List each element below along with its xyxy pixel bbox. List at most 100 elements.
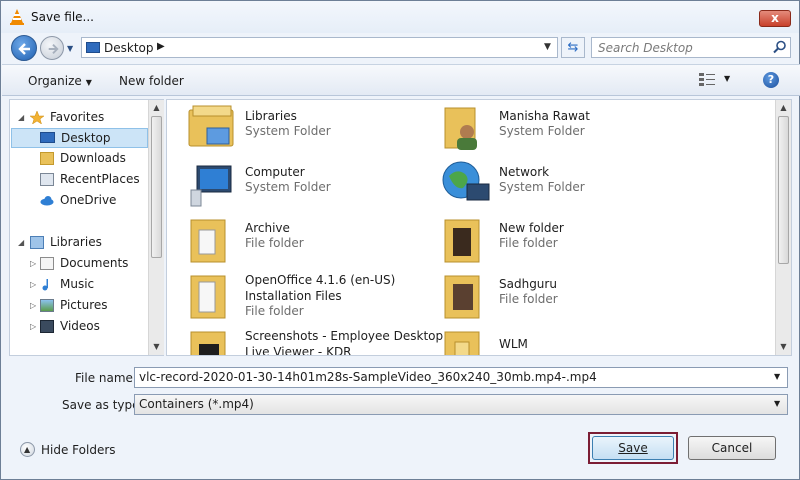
recent-pages-dropdown[interactable]: ▼: [67, 44, 77, 53]
views-dropdown-icon[interactable]: ▼: [724, 74, 730, 83]
nav-item-onedrive[interactable]: OneDrive: [40, 191, 150, 210]
folder-icon: [190, 331, 226, 355]
folder-icon: [444, 275, 480, 319]
nav-item-music[interactable]: Music: [40, 275, 150, 294]
expand-arrow-icon[interactable]: ◢: [18, 113, 24, 122]
command-bar: Organize ▼ New folder ▼ ?: [2, 64, 800, 96]
nav-item-pictures[interactable]: Pictures: [40, 296, 150, 315]
chevron-right-icon[interactable]: ▶: [157, 41, 165, 52]
search-placeholder: Search Desktop: [598, 41, 693, 55]
desktop-icon: [40, 132, 55, 143]
videos-icon: [40, 320, 54, 333]
file-item-sadhguru[interactable]: Sadhguru File folder: [441, 272, 691, 328]
file-type: File folder: [499, 292, 558, 306]
file-item-computer[interactable]: Computer System Folder: [187, 160, 437, 216]
collapsed-arrow-icon[interactable]: ▷: [30, 322, 36, 331]
user-folder-icon: [444, 107, 477, 150]
file-name: Screenshots - Employee Desktop: [245, 329, 444, 343]
scroll-up-icon[interactable]: ▲: [149, 103, 164, 112]
scroll-down-icon[interactable]: ▼: [776, 342, 791, 351]
scroll-down-icon[interactable]: ▼: [149, 342, 164, 351]
change-view-icon[interactable]: [699, 73, 715, 87]
file-item-new-folder[interactable]: New folder File folder: [441, 216, 691, 272]
file-type: System Folder: [245, 124, 331, 138]
organize-label: Organize: [28, 74, 82, 88]
address-location[interactable]: Desktop: [104, 41, 154, 55]
file-type: File folder: [245, 236, 304, 250]
nav-item-label: Documents: [60, 256, 129, 270]
file-item-manisha-rawat[interactable]: Manisha Rawat System Folder: [441, 104, 691, 160]
file-name: Sadhguru: [499, 277, 557, 291]
scrollbar-thumb[interactable]: [778, 116, 789, 264]
file-type: System Folder: [245, 180, 331, 194]
nav-libraries-label: Libraries: [50, 235, 102, 249]
nav-item-desktop[interactable]: Desktop: [11, 128, 148, 148]
collapsed-arrow-icon[interactable]: ▷: [30, 301, 36, 310]
nav-item-videos[interactable]: Videos: [40, 317, 150, 336]
file-item-wlm[interactable]: WLM: [441, 328, 691, 355]
scrollbar-thumb[interactable]: [151, 116, 162, 258]
collapse-icon: ▲: [20, 442, 35, 457]
chevron-down-icon[interactable]: ▼: [774, 399, 780, 408]
network-icon: [442, 161, 490, 201]
file-item-openoffice[interactable]: OpenOffice 4.1.6 (en-US) Installation Fi…: [187, 272, 437, 328]
save-button[interactable]: Save: [592, 436, 674, 460]
file-name: Archive: [245, 221, 290, 235]
folder-icon: [190, 219, 226, 263]
refresh-icon: ⇆: [567, 40, 579, 55]
nav-item-label: Pictures: [60, 298, 108, 312]
music-icon: [42, 279, 48, 291]
organize-button[interactable]: Organize ▼: [28, 74, 92, 88]
folder-icon: [444, 331, 480, 355]
collapsed-arrow-icon[interactable]: ▷: [30, 280, 36, 289]
close-icon: x: [771, 11, 779, 25]
desktop-icon: [86, 42, 100, 53]
nav-item-label: OneDrive: [60, 193, 117, 207]
search-input[interactable]: Search Desktop: [591, 37, 791, 58]
title-bar: Save file... x: [1, 1, 799, 33]
chevron-down-icon[interactable]: ▼: [544, 42, 551, 52]
file-name: Libraries: [245, 109, 297, 123]
window-title: Save file...: [31, 10, 94, 24]
file-name-field[interactable]: vlc-record-2020-01-30-14h01m28s-SampleVi…: [134, 367, 788, 388]
file-item-network[interactable]: Network System Folder: [441, 160, 691, 216]
nav-item-recentplaces[interactable]: RecentPlaces: [40, 170, 150, 189]
nav-item-label: Videos: [60, 319, 100, 333]
file-type: File folder: [245, 304, 304, 318]
file-item-screenshots[interactable]: Screenshots - Employee Desktop Live View…: [187, 328, 443, 355]
content-scrollbar[interactable]: ▲ ▼: [775, 100, 791, 355]
scroll-up-icon[interactable]: ▲: [776, 103, 791, 112]
back-button[interactable]: [11, 35, 37, 61]
nav-item-label: Desktop: [61, 131, 111, 145]
vlc-icon: [10, 9, 24, 25]
nav-libraries[interactable]: Libraries: [30, 233, 150, 252]
folder-icon: [190, 275, 226, 319]
collapsed-arrow-icon[interactable]: ▷: [30, 259, 36, 268]
nav-favorites-label: Favorites: [50, 110, 105, 124]
help-icon[interactable]: ?: [763, 72, 779, 88]
close-button[interactable]: x: [759, 10, 791, 27]
cancel-button[interactable]: Cancel: [688, 436, 776, 460]
new-folder-button[interactable]: New folder: [119, 74, 184, 88]
file-type: System Folder: [499, 124, 585, 138]
file-list: Libraries System Folder Manisha Rawat Sy…: [166, 99, 792, 356]
folder-icon: [444, 219, 480, 263]
nav-scrollbar[interactable]: ▲ ▼: [148, 100, 164, 355]
refresh-button[interactable]: ⇆: [561, 37, 585, 58]
nav-favorites[interactable]: Favorites: [30, 108, 150, 127]
chevron-down-icon[interactable]: ▼: [774, 372, 780, 381]
save-as-type-select[interactable]: Containers (*.mp4): [134, 394, 788, 415]
file-name-line2: Installation Files: [245, 289, 342, 303]
libraries-icon: [188, 105, 234, 147]
forward-button[interactable]: [40, 36, 64, 60]
file-name: New folder: [499, 221, 564, 235]
address-bar[interactable]: Desktop ▶ ▼: [81, 37, 558, 58]
file-item-archive[interactable]: Archive File folder: [187, 216, 437, 272]
computer-icon: [190, 165, 232, 207]
expand-arrow-icon[interactable]: ◢: [18, 238, 24, 247]
search-icon[interactable]: [773, 40, 787, 54]
nav-item-downloads[interactable]: Downloads: [40, 149, 150, 168]
file-item-libraries[interactable]: Libraries System Folder: [187, 104, 437, 160]
file-name: WLM: [499, 337, 528, 351]
nav-item-documents[interactable]: Documents: [40, 254, 150, 273]
